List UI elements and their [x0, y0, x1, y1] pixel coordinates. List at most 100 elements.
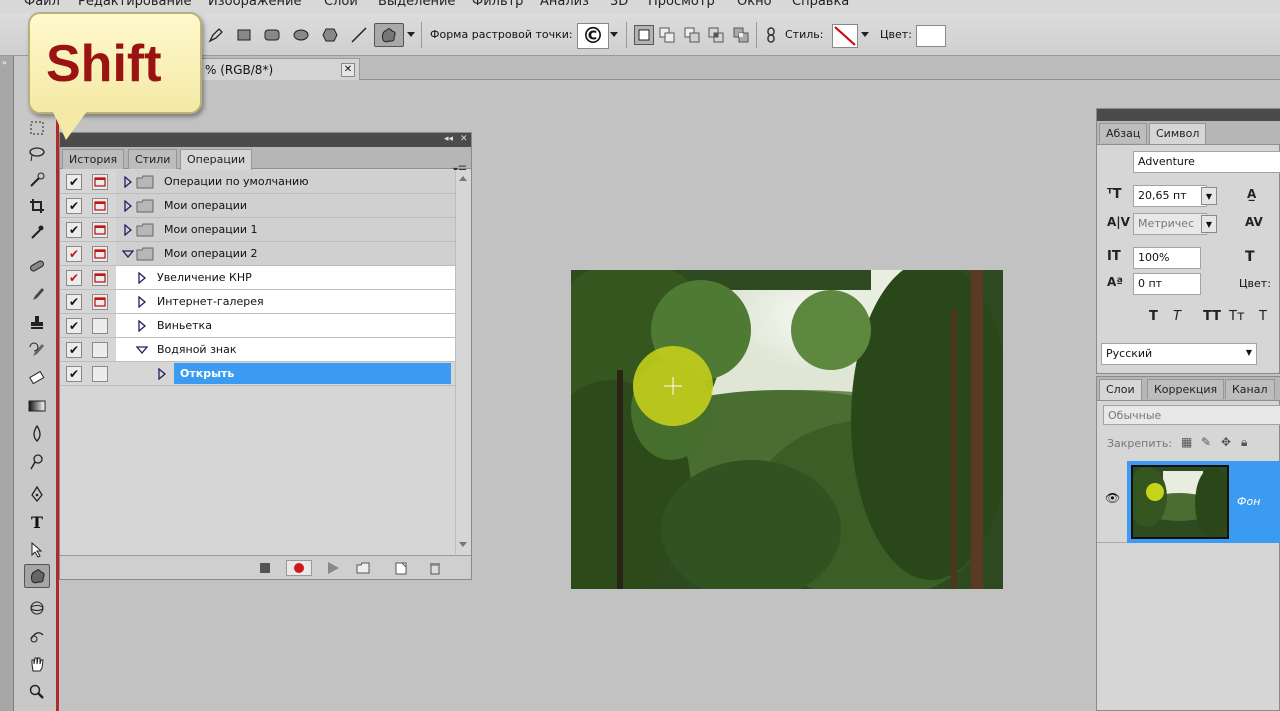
- tab-styles[interactable]: Стили: [128, 149, 178, 169]
- path-selection-tool-icon[interactable]: [24, 538, 50, 562]
- action-row[interactable]: ✔ Интернет-галерея: [60, 290, 455, 314]
- action-row[interactable]: ✔ Открыть: [60, 362, 455, 386]
- rounded-rectangle-icon[interactable]: [262, 25, 282, 45]
- expand-right-icon[interactable]: [122, 224, 134, 236]
- expand-right-icon[interactable]: [122, 200, 134, 212]
- lock-all-icon[interactable]: 🔒︎: [1241, 435, 1247, 450]
- tab-history[interactable]: История: [62, 149, 125, 169]
- menu-item[interactable]: Просмотр: [648, 0, 715, 9]
- stamp-tool-icon[interactable]: [24, 310, 50, 334]
- new-set-folder-icon[interactable]: [354, 560, 372, 576]
- menu-item[interactable]: Изображение: [208, 0, 301, 9]
- action-row[interactable]: ✔ Мои операции 2: [60, 242, 455, 266]
- font-family-field[interactable]: Adventure: [1133, 151, 1280, 173]
- menu-item[interactable]: Фильтр: [472, 0, 523, 9]
- font-size-field[interactable]: 20,65 пт: [1133, 185, 1207, 207]
- collapse-panel-icon[interactable]: ◂◂: [444, 134, 453, 144]
- expand-right-icon[interactable]: [156, 368, 168, 380]
- action-row[interactable]: ✔ Увеличение КНР: [60, 266, 455, 290]
- checkmark-icon[interactable]: ✔: [66, 294, 82, 310]
- raster-shape-dropdown-icon[interactable]: [609, 25, 619, 45]
- dialog-toggle-icon[interactable]: [92, 270, 108, 286]
- brush-tool-icon[interactable]: [24, 282, 50, 306]
- dialog-toggle-icon[interactable]: [92, 222, 108, 238]
- tab-paragraph[interactable]: Абзац: [1099, 123, 1148, 143]
- scroll-down-icon[interactable]: [459, 542, 467, 547]
- dialog-toggle-icon[interactable]: [92, 246, 108, 262]
- rectangle-icon[interactable]: [234, 25, 254, 45]
- faux-bold-button[interactable]: T: [1149, 309, 1158, 324]
- menu-item[interactable]: Выделение: [378, 0, 455, 9]
- action-row[interactable]: ✔ Мои операции 1: [60, 218, 455, 242]
- font-size-dropdown-icon[interactable]: ▼: [1201, 187, 1217, 205]
- menu-item[interactable]: Анализ: [540, 0, 589, 9]
- checkmark-icon[interactable]: ✔: [66, 366, 82, 382]
- stop-icon[interactable]: [256, 560, 274, 576]
- tab-adjustments[interactable]: Коррекция: [1147, 379, 1225, 399]
- blur-tool-icon[interactable]: [24, 422, 50, 446]
- checkmark-icon[interactable]: ✔: [66, 222, 82, 238]
- kerning-field[interactable]: Метричес: [1133, 213, 1207, 235]
- expand-right-icon[interactable]: [136, 296, 148, 308]
- trash-icon[interactable]: [426, 560, 444, 576]
- collapse-icon[interactable]: »: [2, 58, 7, 67]
- eyedropper-tool-icon[interactable]: [24, 220, 50, 244]
- action-row[interactable]: ✔ Мои операции: [60, 194, 455, 218]
- checkmark-icon[interactable]: ✔: [66, 174, 82, 190]
- close-panel-icon[interactable]: ✕: [460, 134, 468, 144]
- dialog-toggle-icon[interactable]: [92, 198, 108, 214]
- dialog-toggle-icon[interactable]: [92, 366, 108, 382]
- lock-position-icon[interactable]: ✥: [1221, 435, 1231, 449]
- healing-brush-tool-icon[interactable]: [24, 254, 50, 278]
- expand-right-icon[interactable]: [136, 320, 148, 332]
- color-swatch[interactable]: [916, 25, 946, 47]
- history-brush-tool-icon[interactable]: [24, 338, 50, 362]
- style-dropdown-icon[interactable]: [860, 25, 870, 45]
- style-picker[interactable]: [832, 24, 858, 48]
- link-icon[interactable]: [761, 25, 781, 45]
- 3d-orbit-tool-icon[interactable]: [24, 624, 50, 648]
- eye-icon[interactable]: 👁︎: [1105, 491, 1120, 505]
- new-action-icon[interactable]: [392, 560, 410, 576]
- menu-item[interactable]: Окно: [737, 0, 772, 9]
- record-icon[interactable]: [286, 560, 312, 576]
- expand-down-icon[interactable]: [122, 248, 134, 260]
- exclude-area-mode-icon[interactable]: [731, 25, 751, 45]
- polygon-icon[interactable]: [320, 25, 340, 45]
- ellipse-icon[interactable]: [291, 25, 311, 45]
- lock-pixels-icon[interactable]: ✎: [1201, 435, 1211, 449]
- eraser-tool-icon[interactable]: [24, 366, 50, 390]
- magic-wand-tool-icon[interactable]: [24, 168, 50, 192]
- lock-transparency-icon[interactable]: ▦: [1181, 435, 1192, 449]
- crop-tool-icon[interactable]: [24, 194, 50, 218]
- menu-item[interactable]: Редактирование: [78, 0, 191, 9]
- document-canvas-image[interactable]: [571, 270, 1003, 589]
- checkmark-icon[interactable]: ✔: [66, 270, 82, 286]
- zoom-tool-icon[interactable]: [24, 680, 50, 704]
- small-caps-button[interactable]: Tт: [1229, 309, 1245, 324]
- dialog-toggle-icon[interactable]: [92, 174, 108, 190]
- menu-item[interactable]: Слои: [324, 0, 358, 9]
- blend-mode-select[interactable]: Обычные: [1103, 405, 1280, 425]
- gradient-tool-icon[interactable]: [24, 394, 50, 418]
- kerning-dropdown-icon[interactable]: ▼: [1201, 215, 1217, 233]
- intersect-area-mode-icon[interactable]: [706, 25, 726, 45]
- subtract-area-mode-icon[interactable]: [682, 25, 702, 45]
- 3d-rotate-tool-icon[interactable]: [24, 596, 50, 620]
- baseline-shift-field[interactable]: 0 пт: [1133, 273, 1201, 295]
- actions-scrollbar[interactable]: [455, 170, 471, 554]
- checkmark-icon[interactable]: ✔: [66, 318, 82, 334]
- add-area-mode-icon[interactable]: [657, 25, 677, 45]
- vertical-scale-field[interactable]: 100%: [1133, 247, 1201, 269]
- dodge-tool-icon[interactable]: [24, 450, 50, 474]
- checkmark-icon[interactable]: ✔: [66, 246, 82, 262]
- new-layer-mode-icon[interactable]: [634, 25, 654, 45]
- pen-tool-icon[interactable]: [24, 482, 50, 506]
- expand-down-icon[interactable]: [136, 344, 148, 356]
- dialog-toggle-icon[interactable]: [92, 294, 108, 310]
- menu-item[interactable]: Файл: [24, 0, 60, 9]
- lasso-tool-icon[interactable]: [24, 142, 50, 166]
- tab-layers[interactable]: Слои: [1099, 379, 1142, 400]
- action-row[interactable]: ✔ Виньетка: [60, 314, 455, 338]
- action-row[interactable]: ✔ Операции по умолчанию: [60, 170, 455, 194]
